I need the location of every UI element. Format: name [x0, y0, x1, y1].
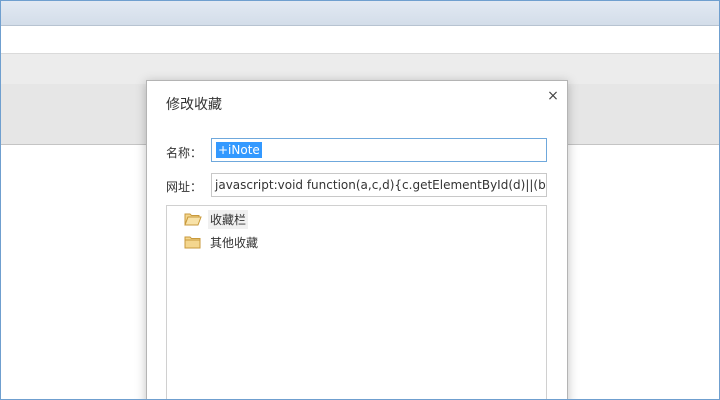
name-label: 名称： — [166, 146, 203, 160]
folder-label: 其他收藏 — [210, 235, 259, 250]
url-label: 网址： — [166, 180, 203, 194]
name-input[interactable]: +iNote — [211, 138, 547, 162]
browser-window: 修改收藏 × 名称： +iNote 网址： javascript:void fu… — [0, 0, 720, 400]
dialog-title: 修改收藏 — [166, 97, 222, 113]
url-input-value: javascript:void function(a,c,d){c.getEle… — [215, 178, 547, 192]
folder-item-bookmarks-bar[interactable]: 收藏栏 — [184, 209, 249, 229]
folder-tree: 收藏栏 其他收藏 — [166, 205, 547, 399]
folder-icon — [184, 236, 201, 249]
edit-bookmark-dialog: 修改收藏 × 名称： +iNote 网址： javascript:void fu… — [146, 80, 568, 399]
folder-item-other-bookmarks[interactable]: 其他收藏 — [184, 232, 260, 252]
close-button[interactable]: × — [545, 88, 561, 104]
address-bar[interactable] — [1, 26, 719, 54]
url-input[interactable]: javascript:void function(a,c,d){c.getEle… — [211, 173, 547, 197]
title-bar — [1, 1, 719, 26]
folder-open-icon — [184, 213, 202, 226]
name-input-value: +iNote — [216, 142, 262, 158]
folder-label: 收藏栏 — [208, 209, 249, 229]
